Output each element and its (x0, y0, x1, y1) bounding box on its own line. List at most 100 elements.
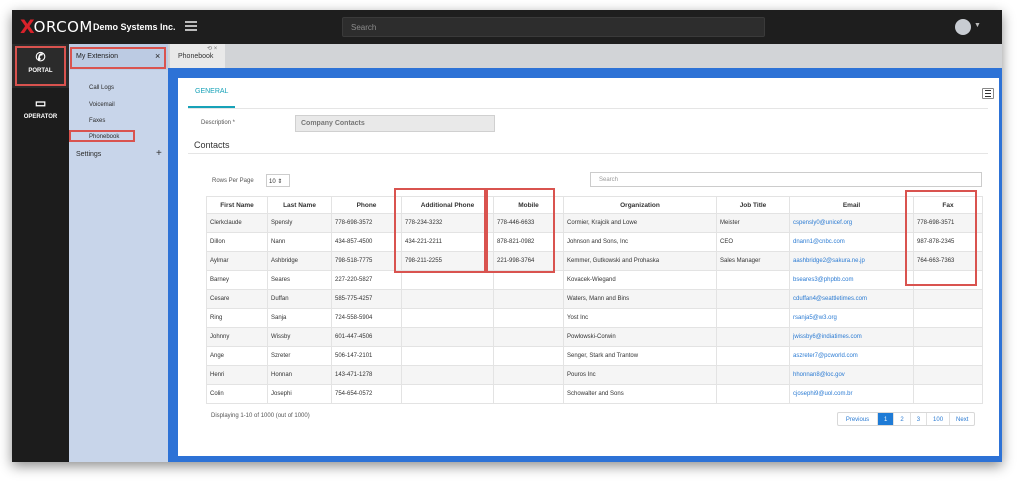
pagination-1[interactable]: 1 (878, 413, 895, 425)
table-row[interactable]: Johnny Wissby 601-447-4506 Powlowski-Corwin… (206, 327, 983, 347)
plus-icon[interactable]: + (156, 148, 162, 159)
column-header-last-name[interactable]: Last Name (267, 196, 332, 214)
column-header-mobile[interactable]: Mobile (493, 196, 564, 214)
tab-general[interactable]: GENERAL (195, 88, 228, 95)
pagination-next[interactable]: Next (950, 413, 974, 425)
column-header-additional-phone[interactable]: Additional Phone (401, 196, 494, 214)
cell-email[interactable]: dnann1@cnbc.com (789, 232, 914, 252)
cell-organization: Schowalter and Sons (563, 384, 717, 404)
rail-item-operator-label: OPERATOR (23, 114, 58, 120)
table-row[interactable]: Clerkclaude Spensly 778-698-3572 778-234-32… (206, 213, 983, 233)
chevron-down-icon[interactable]: ▼ (974, 22, 981, 29)
phonebook-panel: GENERAL Description * Company Contacts C… (178, 78, 999, 456)
left-rail: ✆ PORTAL ▭ OPERATOR (12, 44, 69, 462)
cell-email[interactable]: cspensly0@unicef.org (789, 213, 914, 233)
pagination-previous[interactable]: Previous (838, 413, 878, 425)
cell-first-name: Dillon (206, 232, 268, 252)
side-menu-header[interactable]: My Extension × (69, 44, 168, 70)
table-row[interactable]: Cesare Duffan 585-775-4257 Waters, Mann and… (206, 289, 983, 309)
global-search-input[interactable]: Search (342, 17, 765, 37)
avatar-icon[interactable] (955, 19, 971, 35)
contacts-table: First Name Last Name Phone Additional Phone… (206, 196, 983, 404)
pagination: Previous 1 2 3 100 Next (837, 412, 976, 426)
tab-close-icon[interactable]: ⟲ × (207, 45, 217, 52)
cell-email[interactable]: cjosephi9@uol.com.br (789, 384, 914, 404)
cell-mobile (493, 327, 564, 347)
rail-item-operator[interactable]: ▭ OPERATOR (12, 90, 69, 128)
tab-phonebook[interactable]: Phonebook ⟲ × (170, 44, 225, 68)
cell-mobile (493, 308, 564, 328)
menu-item-phonebook[interactable]: Phonebook (89, 134, 119, 140)
cell-phone: 506-147-2101 (331, 346, 402, 366)
cell-fax (913, 346, 983, 366)
close-icon[interactable]: × (155, 51, 160, 61)
pagination-2[interactable]: 2 (894, 413, 911, 425)
cell-mobile: 878-821-0982 (493, 232, 564, 252)
pagination-100[interactable]: 100 (927, 413, 951, 425)
cell-email[interactable]: aszreter7@pcworld.com (789, 346, 914, 366)
rail-item-portal[interactable]: ✆ PORTAL (12, 44, 69, 88)
cell-job-title: Sales Manager (716, 251, 790, 271)
column-header-fax[interactable]: Fax (913, 196, 983, 214)
cell-first-name: Aylmar (206, 251, 268, 271)
cell-job-title (716, 270, 790, 290)
cell-first-name: Ange (206, 346, 268, 366)
menu-item-call-logs[interactable]: Call Logs (89, 85, 114, 91)
cell-email[interactable]: aashbridge2@sakura.ne.jp (789, 251, 914, 271)
column-header-job-title[interactable]: Job Title (716, 196, 790, 214)
column-header-email[interactable]: Email (789, 196, 914, 214)
sort-arrows-icon: ⇕ (277, 179, 283, 185)
pagination-summary: Displaying 1-10 of 1000 (out of 1000) (211, 413, 310, 419)
list-icon[interactable] (982, 88, 994, 99)
cell-first-name: Clerkclaude (206, 213, 268, 233)
column-header-first-name[interactable]: First Name (206, 196, 268, 214)
side-menu-title: My Extension (76, 53, 119, 60)
phone-icon: ✆ (35, 50, 46, 64)
cell-job-title (716, 327, 790, 347)
cell-additional-phone: 434-221-2211 (401, 232, 494, 252)
cell-email[interactable]: bseares3@phpbb.com (789, 270, 914, 290)
table-row[interactable]: Henri Honnan 143-471-1278 Pouros Inc hhonnan… (206, 365, 983, 385)
cell-email[interactable]: hhonnan8@loc.gov (789, 365, 914, 385)
cell-fax: 987-878-2345 (913, 232, 983, 252)
pagination-3[interactable]: 3 (911, 413, 928, 425)
cell-organization: Cormier, Krajcik and Lowe (563, 213, 717, 233)
cell-email[interactable]: rsanja5@w3.org (789, 308, 914, 328)
cell-first-name: Johnny (206, 327, 268, 347)
table-row[interactable]: Dillon Nann 434-857-4500 434-221-2211 878-82… (206, 232, 983, 252)
rows-per-page-select[interactable]: 10 ⇕ (266, 174, 290, 187)
cell-last-name: Duffan (267, 289, 332, 309)
column-header-organization[interactable]: Organization (563, 196, 717, 214)
logo: X ORCOM (20, 16, 93, 38)
cell-organization: Senger, Stark and Trantow (563, 346, 717, 366)
cell-last-name: Ashbridge (267, 251, 332, 271)
column-header-phone[interactable]: Phone (331, 196, 402, 214)
cell-last-name: Spensly (267, 213, 332, 233)
cell-additional-phone (401, 365, 494, 385)
menu-item-faxes[interactable]: Faxes (89, 118, 105, 124)
cell-email[interactable]: cduffan4@seattletimes.com (789, 289, 914, 309)
cell-first-name: Henri (206, 365, 268, 385)
cell-mobile (493, 365, 564, 385)
cell-additional-phone (401, 308, 494, 328)
table-row[interactable]: Barney Seares 227-220-5827 Kovacek-Wiegand b… (206, 270, 983, 290)
table-row[interactable]: Ring Sanja 724-558-5904 Yost Inc rsanja5@w3.… (206, 308, 983, 328)
cell-fax (913, 327, 983, 347)
cell-last-name: Nann (267, 232, 332, 252)
description-field[interactable]: Company Contacts (295, 115, 495, 132)
cell-first-name: Colin (206, 384, 268, 404)
cell-email[interactable]: jwissby6@indiatimes.com (789, 327, 914, 347)
cell-additional-phone: 798-211-2255 (401, 251, 494, 271)
menu-item-voicemail[interactable]: Voicemail (89, 102, 115, 108)
cell-organization: Waters, Mann and Bins (563, 289, 717, 309)
menu-item-settings[interactable]: Settings (76, 151, 101, 158)
cell-phone: 778-698-3572 (331, 213, 402, 233)
table-row[interactable]: Colin Josephi 754-654-0572 Schowalter and S… (206, 384, 983, 404)
table-row[interactable]: Aylmar Ashbridge 798-518-7775 798-211-2255 2… (206, 251, 983, 271)
table-search-input[interactable]: Search (590, 172, 982, 187)
table-row[interactable]: Ange Szreter 506-147-2101 Senger, Stark and… (206, 346, 983, 366)
cell-organization: Yost Inc (563, 308, 717, 328)
cell-job-title: Meister (716, 213, 790, 233)
hamburger-icon[interactable] (185, 21, 197, 31)
cell-phone: 585-775-4257 (331, 289, 402, 309)
